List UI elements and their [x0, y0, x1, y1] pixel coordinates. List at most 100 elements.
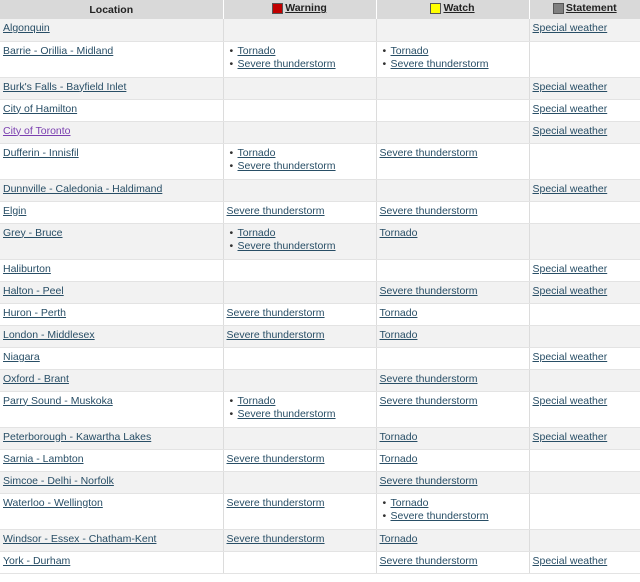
- severe-thunderstorm-watch-link[interactable]: Severe thunderstorm: [380, 395, 478, 407]
- location-link[interactable]: Parry Sound - Muskoka: [3, 395, 113, 407]
- location-cell: Parry Sound - Muskoka: [0, 391, 224, 428]
- watch-header-link[interactable]: Watch: [443, 2, 474, 14]
- location-link[interactable]: Huron - Perth: [3, 307, 66, 319]
- location-link[interactable]: Algonquin: [3, 22, 50, 34]
- watch-list: TornadoSevere thunderstorm: [380, 497, 526, 524]
- severe-thunderstorm-warning-link[interactable]: Severe thunderstorm: [227, 329, 325, 341]
- watch-cell: Severe thunderstorm: [376, 471, 530, 494]
- severe-thunderstorm-warning-link[interactable]: Severe thunderstorm: [238, 160, 336, 172]
- location-link[interactable]: Oxford - Brant: [3, 373, 69, 385]
- location-cell: Dufferin - Innisfil: [0, 143, 224, 180]
- location-link[interactable]: London - Middlesex: [3, 329, 95, 341]
- watch-cell: [376, 179, 530, 202]
- table-row: Burk's Falls - Bayfield Inlet Special wea…: [0, 77, 640, 100]
- location-link[interactable]: Peterborough - Kawartha Lakes: [3, 431, 151, 443]
- tornado-watch-link[interactable]: Tornado: [380, 453, 418, 465]
- severe-thunderstorm-warning-link[interactable]: Severe thunderstorm: [227, 307, 325, 319]
- location-link[interactable]: Burk's Falls - Bayfield Inlet: [3, 81, 126, 93]
- severe-thunderstorm-watch-link[interactable]: Severe thunderstorm: [380, 373, 478, 385]
- severe-thunderstorm-watch-link[interactable]: Severe thunderstorm: [380, 205, 478, 217]
- special-weather-statement-link[interactable]: Special weather: [533, 103, 608, 115]
- watch-cell: [376, 77, 530, 100]
- location-link[interactable]: Halton - Peel: [3, 285, 64, 297]
- location-cell: Burk's Falls - Bayfield Inlet: [0, 77, 224, 100]
- tornado-warning-link[interactable]: Tornado: [238, 227, 276, 239]
- severe-thunderstorm-warning-link[interactable]: Severe thunderstorm: [238, 240, 336, 252]
- table-row: Simcoe - Delhi - Norfolk Severe thunderst…: [0, 471, 640, 494]
- warning-list-item: Tornado: [227, 227, 373, 241]
- statement-cell: Special weather: [529, 121, 640, 144]
- tornado-watch-link[interactable]: Tornado: [380, 329, 418, 341]
- location-link[interactable]: Dufferin - Innisfil: [3, 147, 79, 159]
- tornado-warning-link[interactable]: Tornado: [238, 147, 276, 159]
- location-link[interactable]: Sarnia - Lambton: [3, 453, 84, 465]
- severe-thunderstorm-warning-link[interactable]: Severe thunderstorm: [238, 58, 336, 70]
- tornado-watch-link[interactable]: Tornado: [380, 307, 418, 319]
- severe-thunderstorm-watch-link[interactable]: Severe thunderstorm: [380, 475, 478, 487]
- severe-thunderstorm-watch-link[interactable]: Severe thunderstorm: [391, 58, 489, 70]
- location-link[interactable]: Elgin: [3, 205, 26, 217]
- tornado-watch-link[interactable]: Tornado: [380, 227, 418, 239]
- tornado-watch-link[interactable]: Tornado: [380, 431, 418, 443]
- special-weather-statement-link[interactable]: Special weather: [533, 285, 608, 297]
- severe-thunderstorm-watch-link[interactable]: Severe thunderstorm: [380, 147, 478, 159]
- tornado-warning-link[interactable]: Tornado: [238, 395, 276, 407]
- special-weather-statement-link[interactable]: Special weather: [533, 263, 608, 275]
- severe-thunderstorm-warning-link[interactable]: Severe thunderstorm: [238, 408, 336, 420]
- location-link[interactable]: City of Hamilton: [3, 103, 77, 115]
- table-row: Peterborough - Kawartha Lakes Tornado Spec…: [0, 427, 640, 450]
- location-cell: Elgin: [0, 201, 224, 224]
- special-weather-statement-link[interactable]: Special weather: [533, 22, 608, 34]
- special-weather-statement-link[interactable]: Special weather: [533, 431, 608, 443]
- watch-cell: Tornado: [376, 449, 530, 472]
- statement-cell: Special weather: [529, 427, 640, 450]
- special-weather-statement-link[interactable]: Special weather: [533, 395, 608, 407]
- location-cell: Waterloo - Wellington: [0, 493, 224, 530]
- severe-thunderstorm-watch-link[interactable]: Severe thunderstorm: [380, 555, 478, 567]
- statement-cell: Special weather: [529, 259, 640, 282]
- location-link[interactable]: City of Toronto: [3, 125, 71, 137]
- location-link[interactable]: Grey - Bruce: [3, 227, 63, 239]
- table-row: City of Hamilton Special weather: [0, 99, 640, 122]
- location-link[interactable]: Niagara: [3, 351, 40, 363]
- location-link[interactable]: Windsor - Essex - Chatham-Kent: [3, 533, 156, 545]
- watch-cell: TornadoSevere thunderstorm: [376, 41, 530, 78]
- severe-thunderstorm-warning-link[interactable]: Severe thunderstorm: [227, 205, 325, 217]
- watch-cell: Severe thunderstorm: [376, 201, 530, 224]
- statement-cell: Special weather: [529, 551, 640, 574]
- location-link[interactable]: Haliburton: [3, 263, 51, 275]
- location-link[interactable]: Dunnville - Caledonia - Haldimand: [3, 183, 162, 195]
- warning-list-item: Severe thunderstorm: [227, 160, 373, 174]
- location-cell: Sarnia - Lambton: [0, 449, 224, 472]
- special-weather-statement-link[interactable]: Special weather: [533, 125, 608, 137]
- warning-list: TornadoSevere thunderstorm: [227, 227, 373, 254]
- location-link[interactable]: York - Durham: [3, 555, 70, 567]
- tornado-watch-link[interactable]: Tornado: [391, 45, 429, 57]
- special-weather-statement-link[interactable]: Special weather: [533, 555, 608, 567]
- table-row: York - Durham Severe thunderstorm Special …: [0, 551, 640, 574]
- tornado-watch-link[interactable]: Tornado: [380, 533, 418, 545]
- table-row: City of Toronto Special weather: [0, 121, 640, 144]
- warning-header-link[interactable]: Warning: [285, 2, 327, 14]
- severe-thunderstorm-watch-link[interactable]: Severe thunderstorm: [380, 285, 478, 297]
- location-link[interactable]: Barrie - Orillia - Midland: [3, 45, 113, 57]
- location-link[interactable]: Waterloo - Wellington: [3, 497, 103, 509]
- severe-thunderstorm-warning-link[interactable]: Severe thunderstorm: [227, 533, 325, 545]
- special-weather-statement-link[interactable]: Special weather: [533, 183, 608, 195]
- location-cell: Dunnville - Caledonia - Haldimand: [0, 179, 224, 202]
- warning-list-item: Tornado: [227, 147, 373, 161]
- table-row: Huron - Perth Severe thunderstorm Tornado: [0, 303, 640, 326]
- statement-header: Statement: [529, 0, 640, 19]
- special-weather-statement-link[interactable]: Special weather: [533, 81, 608, 93]
- severe-thunderstorm-warning-link[interactable]: Severe thunderstorm: [227, 497, 325, 509]
- warning-list: TornadoSevere thunderstorm: [227, 395, 373, 422]
- severe-thunderstorm-warning-link[interactable]: Severe thunderstorm: [227, 453, 325, 465]
- statement-header-link[interactable]: Statement: [566, 2, 617, 14]
- severe-thunderstorm-watch-link[interactable]: Severe thunderstorm: [391, 510, 489, 522]
- special-weather-statement-link[interactable]: Special weather: [533, 351, 608, 363]
- tornado-warning-link[interactable]: Tornado: [238, 45, 276, 57]
- tornado-watch-link[interactable]: Tornado: [391, 497, 429, 509]
- table-row: Niagara Special weather: [0, 347, 640, 370]
- warning-color-swatch: [272, 2, 284, 14]
- location-link[interactable]: Simcoe - Delhi - Norfolk: [3, 475, 114, 487]
